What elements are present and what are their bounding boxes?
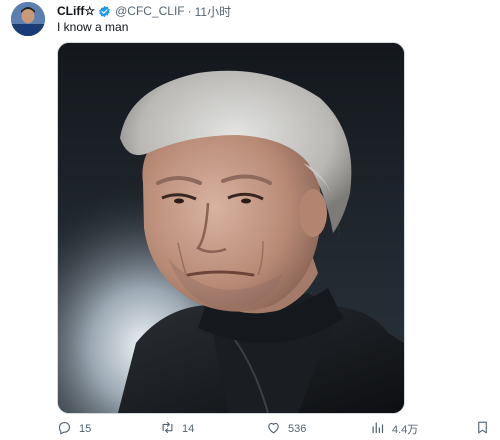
view-count: 4.4万 xyxy=(392,424,419,436)
tweet-timestamp[interactable]: 11小时 xyxy=(195,3,231,20)
tweet-card[interactable]: CLiff☆ @CFC_CLIF · 11小时 I know a man 15 … xyxy=(0,0,500,440)
bookmark-button[interactable] xyxy=(475,420,490,438)
reply-count: 15 xyxy=(79,423,92,435)
header-separator: · xyxy=(187,4,192,18)
author-handle[interactable]: @CFC_CLIF xyxy=(115,4,185,18)
retweet-icon xyxy=(160,420,175,438)
like-icon xyxy=(266,420,281,438)
verified-badge-icon xyxy=(98,5,111,18)
reply-icon xyxy=(57,420,72,438)
like-button[interactable]: 536 xyxy=(266,420,306,438)
avatar[interactable] xyxy=(11,2,45,36)
reply-button[interactable]: 15 xyxy=(57,420,91,438)
tweet-photo[interactable] xyxy=(57,42,405,414)
like-count: 536 xyxy=(288,423,307,435)
tweet-actions: 15 14 536 4.4万 xyxy=(57,420,493,438)
author-name[interactable]: CLiff☆ xyxy=(57,4,95,18)
views-button[interactable]: 4.4万 xyxy=(370,420,418,438)
tweet-header: CLiff☆ @CFC_CLIF · 11小时 xyxy=(57,3,231,19)
retweet-button[interactable]: 14 xyxy=(160,420,194,438)
bookmark-icon xyxy=(475,420,490,438)
retweet-count: 14 xyxy=(182,423,195,435)
tweet-text: I know a man xyxy=(57,20,129,34)
views-icon xyxy=(370,420,385,438)
